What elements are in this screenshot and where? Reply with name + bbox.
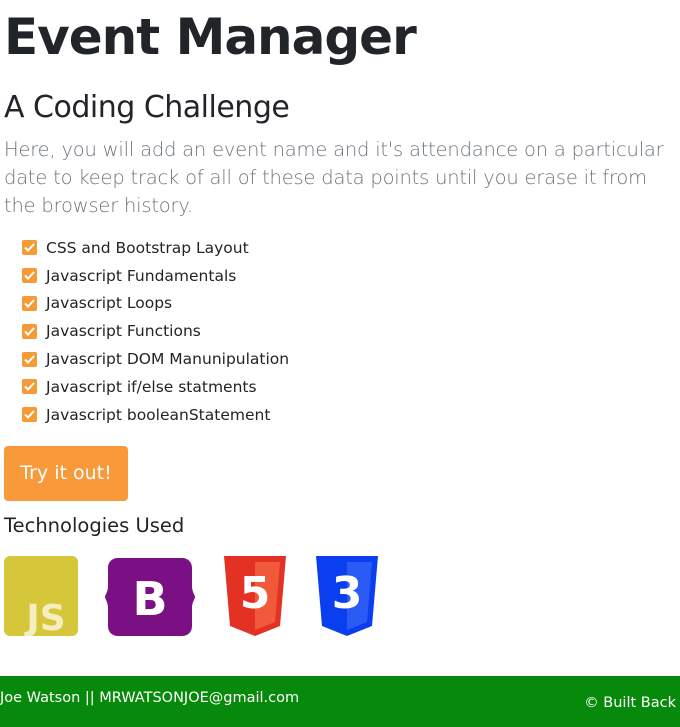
css3-logo-text: 3 [332,568,363,619]
bootstrap-logo-text: B [132,572,167,626]
try-it-out-button[interactable]: Try it out! [4,445,128,501]
checklist-item: Javascript booleanStatement [22,401,676,429]
checkbox-checked-icon[interactable] [22,295,37,311]
page-subtitle: A Coding Challenge [4,90,290,125]
checklist-item-label: Javascript Fundamentals [46,266,237,285]
footer-copyright: © Built Back [584,695,676,711]
technologies-heading: Technologies Used [4,513,185,537]
checkbox-checked-icon[interactable] [22,323,37,339]
checkbox-checked-icon[interactable] [22,379,37,395]
checklist-item-label: Javascript Loops [46,294,173,313]
checklist-item-label: Javascript booleanStatement [46,405,271,424]
main-content: Event Manager A Coding Challenge Here, y… [0,0,680,640]
checklist-item-label: Javascript if/else statments [46,377,257,396]
footer-contact[interactable]: Joe Watson || MRWATSONJOE@gmail.com [0,690,299,706]
checkbox-checked-icon[interactable] [22,351,37,367]
checkbox-checked-icon[interactable] [22,268,37,284]
html5-logo-text: 5 [240,568,271,619]
javascript-logo-text: JS [23,598,65,636]
javascript-logo-icon: JS [4,555,78,636]
technology-logos: JS B 5 3 [4,555,676,640]
checklist-item: Javascript Fundamentals [22,262,676,290]
page-title: Event Manager [4,8,417,66]
checklist-item-label: CSS and Bootstrap Layout [46,238,249,257]
css3-logo-icon: 3 [316,555,378,636]
page: Event Manager A Coding Challenge Here, y… [0,0,680,727]
skills-checklist: CSS and Bootstrap Layout Javascript Fund… [4,234,676,429]
bootstrap-logo-icon: B [105,557,195,636]
checkbox-checked-icon[interactable] [22,240,37,256]
checklist-item-label: Javascript Functions [46,322,201,341]
checklist-item: Javascript Functions [22,317,676,345]
intro-paragraph: Here, you will add an event name and it'… [4,138,664,217]
checklist-item: CSS and Bootstrap Layout [22,234,676,262]
checklist-item-label: Javascript DOM Manunipulation [46,350,290,369]
checklist-item: Javascript Loops [22,290,676,318]
checklist-item: Javascript if/else statments [22,373,676,401]
footer: Joe Watson || MRWATSONJOE@gmail.com © Bu… [0,676,680,727]
html5-logo-icon: 5 [224,555,286,636]
checkbox-checked-icon[interactable] [22,407,37,423]
checklist-item: Javascript DOM Manunipulation [22,345,676,373]
